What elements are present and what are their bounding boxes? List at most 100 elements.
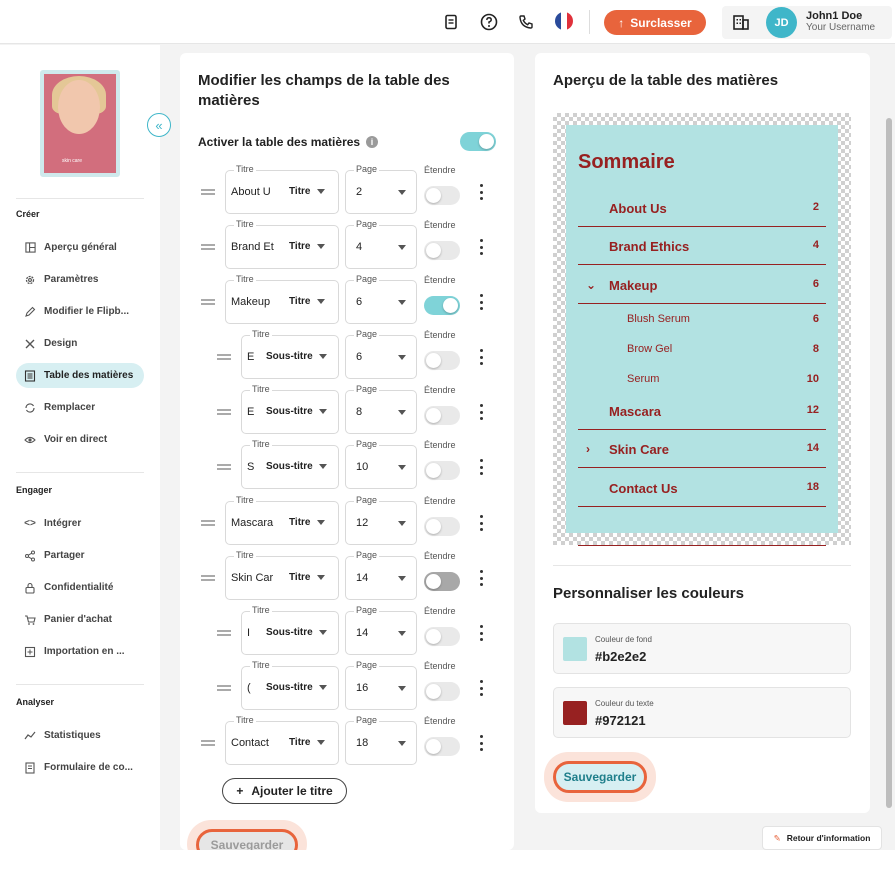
- toc-preview-item[interactable]: Mascara 12: [566, 404, 838, 420]
- type-select[interactable]: Sous-titre: [266, 406, 327, 417]
- title-value[interactable]: Contact: [231, 737, 286, 749]
- chevron-right-icon[interactable]: ›: [586, 442, 590, 456]
- sidebar-item-table-of-contents[interactable]: Table des matières: [16, 363, 144, 388]
- page-select[interactable]: Page 4: [345, 219, 417, 269]
- collapse-sidebar-button[interactable]: «: [147, 113, 171, 137]
- toc-preview-item[interactable]: Blush Serum 6: [566, 313, 838, 329]
- extend-toggle[interactable]: [424, 572, 460, 591]
- page-select[interactable]: Page 14: [345, 550, 417, 600]
- sidebar-item-shopping-cart[interactable]: Panier d'achat: [16, 607, 144, 632]
- sidebar-item-live-view[interactable]: Voir en direct: [16, 427, 144, 452]
- toc-preview-item[interactable]: Brand Ethics 4: [566, 239, 838, 255]
- drag-handle-icon[interactable]: [201, 244, 215, 250]
- title-value[interactable]: I: [247, 627, 257, 639]
- title-field[interactable]: Titre Contact Titre: [225, 715, 339, 765]
- text-color-swatch[interactable]: [563, 701, 587, 725]
- more-options-icon[interactable]: [477, 568, 485, 588]
- sidebar-item-settings[interactable]: Paramètres: [16, 267, 144, 292]
- more-options-icon[interactable]: [477, 237, 485, 257]
- text-color-value[interactable]: #972121: [595, 713, 646, 728]
- toc-preview-item[interactable]: Brow Gel 8: [566, 343, 838, 359]
- toc-preview-item[interactable]: › Skin Care 14: [566, 442, 838, 458]
- type-select[interactable]: Titre: [289, 241, 325, 252]
- drag-handle-icon[interactable]: [217, 630, 231, 636]
- more-options-icon[interactable]: [477, 292, 485, 312]
- more-options-icon[interactable]: [477, 733, 485, 753]
- title-value[interactable]: (: [247, 682, 257, 694]
- sidebar-item-contact-form[interactable]: Formulaire de co...: [16, 755, 144, 780]
- title-field[interactable]: Titre E Sous-titre: [241, 329, 339, 379]
- more-options-icon[interactable]: [477, 402, 485, 422]
- drag-handle-icon[interactable]: [217, 685, 231, 691]
- phone-icon[interactable]: [515, 11, 537, 33]
- activate-toc-toggle[interactable]: [460, 132, 496, 151]
- sidebar-item-privacy[interactable]: Confidentialité: [16, 575, 144, 600]
- extend-toggle[interactable]: [424, 241, 460, 260]
- page-select[interactable]: Page 16: [345, 660, 417, 710]
- more-options-icon[interactable]: [477, 347, 485, 367]
- page-select[interactable]: Page 12: [345, 495, 417, 545]
- title-field[interactable]: Titre Brand Et Titre: [225, 219, 339, 269]
- extend-toggle[interactable]: [424, 682, 460, 701]
- extend-toggle[interactable]: [424, 186, 460, 205]
- help-icon[interactable]: [478, 11, 500, 33]
- toc-preview-item[interactable]: ⌄ Makeup 6: [566, 278, 838, 294]
- type-select[interactable]: Titre: [289, 296, 325, 307]
- extend-toggle[interactable]: [424, 737, 460, 756]
- more-options-icon[interactable]: [477, 513, 485, 533]
- flipbook-cover-thumbnail[interactable]: skin care: [40, 70, 120, 177]
- toc-preview-item[interactable]: Contact Us 18: [566, 481, 838, 497]
- title-field[interactable]: Titre Mascara Titre: [225, 495, 339, 545]
- page-select[interactable]: Page 8: [345, 384, 417, 434]
- type-select[interactable]: Sous-titre: [266, 682, 327, 693]
- extend-toggle[interactable]: [424, 296, 460, 315]
- type-select[interactable]: Sous-titre: [266, 627, 327, 638]
- feedback-button[interactable]: ✎ Retour d'information: [762, 826, 882, 850]
- drag-handle-icon[interactable]: [217, 464, 231, 470]
- title-field[interactable]: Titre Makeup Titre: [225, 274, 339, 324]
- title-field[interactable]: Titre E Sous-titre: [241, 384, 339, 434]
- add-title-button[interactable]: + Ajouter le titre: [222, 778, 347, 804]
- sidebar-item-replace[interactable]: Remplacer: [16, 395, 144, 420]
- type-select[interactable]: Sous-titre: [266, 351, 327, 362]
- drag-handle-icon[interactable]: [217, 354, 231, 360]
- title-field[interactable]: Titre Skin Car Titre: [225, 550, 339, 600]
- drag-handle-icon[interactable]: [201, 299, 215, 305]
- extend-toggle[interactable]: [424, 461, 460, 480]
- more-options-icon[interactable]: [477, 182, 485, 202]
- type-select[interactable]: Titre: [289, 572, 325, 583]
- title-field[interactable]: Titre About U Titre: [225, 164, 339, 214]
- type-select[interactable]: Titre: [289, 737, 325, 748]
- text-color-picker[interactable]: Couleur du texte #972121: [553, 687, 851, 738]
- more-options-icon[interactable]: [477, 678, 485, 698]
- sidebar-item-design[interactable]: Design: [16, 331, 144, 356]
- background-color-picker[interactable]: Couleur de fond #b2e2e2: [553, 623, 851, 674]
- avatar[interactable]: JD: [766, 7, 797, 38]
- background-color-value[interactable]: #b2e2e2: [595, 649, 646, 664]
- toc-preview-item[interactable]: About Us 2: [566, 201, 838, 217]
- page-select[interactable]: Page 6: [345, 329, 417, 379]
- title-value[interactable]: About U: [231, 186, 286, 198]
- extend-toggle[interactable]: [424, 517, 460, 536]
- building-icon[interactable]: [730, 11, 752, 33]
- extend-toggle[interactable]: [424, 627, 460, 646]
- type-select[interactable]: Sous-titre: [266, 461, 327, 472]
- title-value[interactable]: E: [247, 406, 257, 418]
- more-options-icon[interactable]: [477, 623, 485, 643]
- sidebar-item-embed[interactable]: <> Intégrer: [16, 511, 144, 536]
- drag-handle-icon[interactable]: [201, 575, 215, 581]
- page-select[interactable]: Page 14: [345, 605, 417, 655]
- page-select[interactable]: Page 6: [345, 274, 417, 324]
- sidebar-item-overview[interactable]: Aperçu général: [16, 235, 144, 260]
- sidebar-item-share[interactable]: Partager: [16, 543, 144, 568]
- title-value[interactable]: S: [247, 461, 257, 473]
- drag-handle-icon[interactable]: [201, 740, 215, 746]
- drag-handle-icon[interactable]: [217, 409, 231, 415]
- page-select[interactable]: Page 18: [345, 715, 417, 765]
- toc-preview-item[interactable]: Serum 10: [566, 373, 838, 389]
- drag-handle-icon[interactable]: [201, 520, 215, 526]
- title-field[interactable]: Titre I Sous-titre: [241, 605, 339, 655]
- scrollbar[interactable]: [886, 118, 892, 808]
- extend-toggle[interactable]: [424, 351, 460, 370]
- info-icon[interactable]: i: [366, 136, 378, 148]
